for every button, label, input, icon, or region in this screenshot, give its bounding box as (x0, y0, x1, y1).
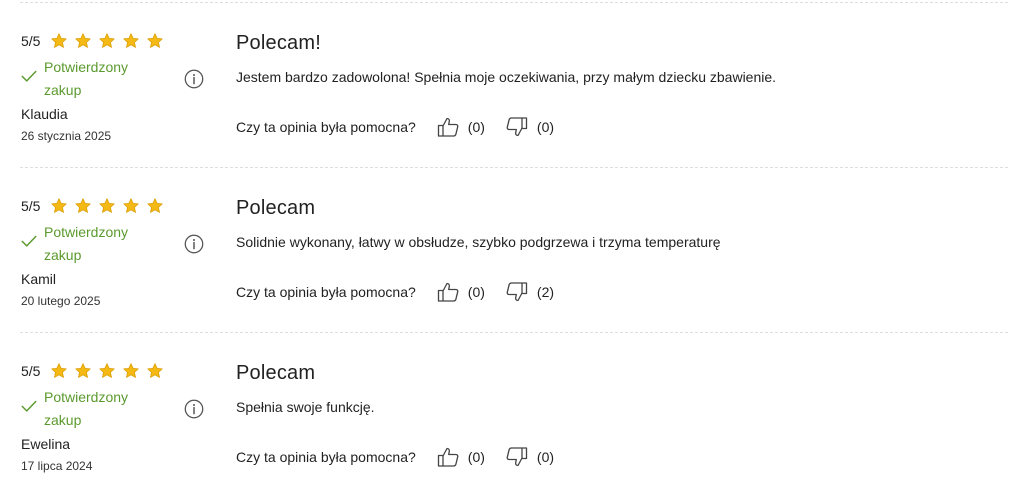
star-rating (50, 362, 164, 380)
star-icon (99, 363, 115, 378)
thumbs-up-button[interactable]: (0) (436, 280, 485, 304)
verified-purchase-label: Potwierdzony zakup (44, 389, 129, 428)
thumbs-up-button[interactable]: (0) (436, 445, 485, 469)
star-icon (123, 33, 139, 48)
star-rating (50, 32, 164, 50)
thumbs-down-count: (0) (536, 119, 555, 135)
star-icon (123, 198, 139, 213)
thumbs-down-button[interactable]: (0) (505, 445, 554, 469)
checkmark-icon (21, 235, 37, 247)
checkmark-icon (21, 400, 37, 412)
review-item: 5/5 Potwierdzony zakup Ewelina 17 lipca … (0, 334, 1024, 494)
star-icon (123, 363, 139, 378)
helpful-section: Czy ta opinia była pomocna? (0) (0) (236, 445, 554, 469)
review-divider (20, 167, 1008, 168)
review-author: Kamil (21, 271, 57, 287)
star-icon (99, 33, 115, 48)
star-icon (147, 33, 163, 48)
review-item: 5/5 Potwierdzony zakup Klaudia 26 styczn… (0, 4, 1024, 164)
review-score: 5/5 (21, 33, 41, 49)
review-title: Polecam (236, 197, 316, 219)
review-divider (20, 2, 1008, 3)
thumbs-up-count: (0) (467, 449, 485, 465)
review-author: Klaudia (21, 106, 68, 122)
star-icon (51, 198, 67, 213)
thumbs-up-icon (437, 117, 459, 137)
thumbs-down-button[interactable]: (2) (505, 280, 554, 304)
review-divider (20, 332, 1008, 333)
star-icon (51, 363, 67, 378)
thumbs-down-icon (506, 447, 528, 467)
info-icon[interactable] (183, 68, 205, 90)
helpful-section: Czy ta opinia była pomocna? (0) (0) (236, 115, 554, 139)
info-icon[interactable] (183, 233, 205, 255)
helpful-section: Czy ta opinia była pomocna? (0) (2) (236, 280, 554, 304)
thumbs-up-button[interactable]: (0) (436, 115, 485, 139)
review-item: 5/5 Potwierdzony zakup Kamil 20 lutego 2… (0, 169, 1024, 329)
star-icon (75, 363, 91, 378)
helpful-question: Czy ta opinia była pomocna? (236, 119, 416, 135)
star-icon (75, 198, 91, 213)
checkmark-icon (21, 70, 37, 82)
review-author: Ewelina (21, 436, 71, 452)
star-icon (147, 363, 163, 378)
thumbs-down-button[interactable]: (0) (505, 115, 554, 139)
review-date: 17 lipca 2024 (21, 459, 93, 473)
thumbs-up-icon (437, 447, 459, 467)
thumbs-up-icon (437, 282, 459, 302)
thumbs-down-icon (506, 282, 528, 302)
star-icon (147, 198, 163, 213)
helpful-question: Czy ta opinia była pomocna? (236, 284, 416, 300)
verified-purchase-label: Potwierdzony zakup (44, 224, 129, 263)
thumbs-up-count: (0) (467, 119, 485, 135)
review-date: 20 lutego 2025 (21, 294, 101, 308)
review-body: Spełnia swoje funkcję. (236, 399, 375, 415)
review-body: Solidnie wykonany, łatwy w obsłudze, szy… (236, 234, 721, 250)
thumbs-down-count: (2) (536, 284, 555, 300)
reviews-list: 5/5 Potwierdzony zakup Klaudia 26 styczn… (0, 0, 1024, 494)
review-date: 26 stycznia 2025 (21, 129, 112, 143)
review-score: 5/5 (21, 198, 41, 214)
star-icon (51, 33, 67, 48)
info-icon[interactable] (183, 398, 205, 420)
star-rating (50, 197, 164, 215)
star-icon (75, 33, 91, 48)
review-body: Jestem bardzo zadowolona! Spełnia moje o… (236, 69, 777, 85)
review-score: 5/5 (21, 363, 41, 379)
thumbs-down-icon (506, 117, 528, 137)
star-icon (99, 198, 115, 213)
thumbs-up-count: (0) (467, 284, 485, 300)
helpful-question: Czy ta opinia była pomocna? (236, 449, 416, 465)
thumbs-down-count: (0) (536, 449, 555, 465)
verified-purchase-label: Potwierdzony zakup (44, 59, 129, 98)
review-title: Polecam! (236, 32, 321, 54)
review-title: Polecam (236, 362, 316, 384)
